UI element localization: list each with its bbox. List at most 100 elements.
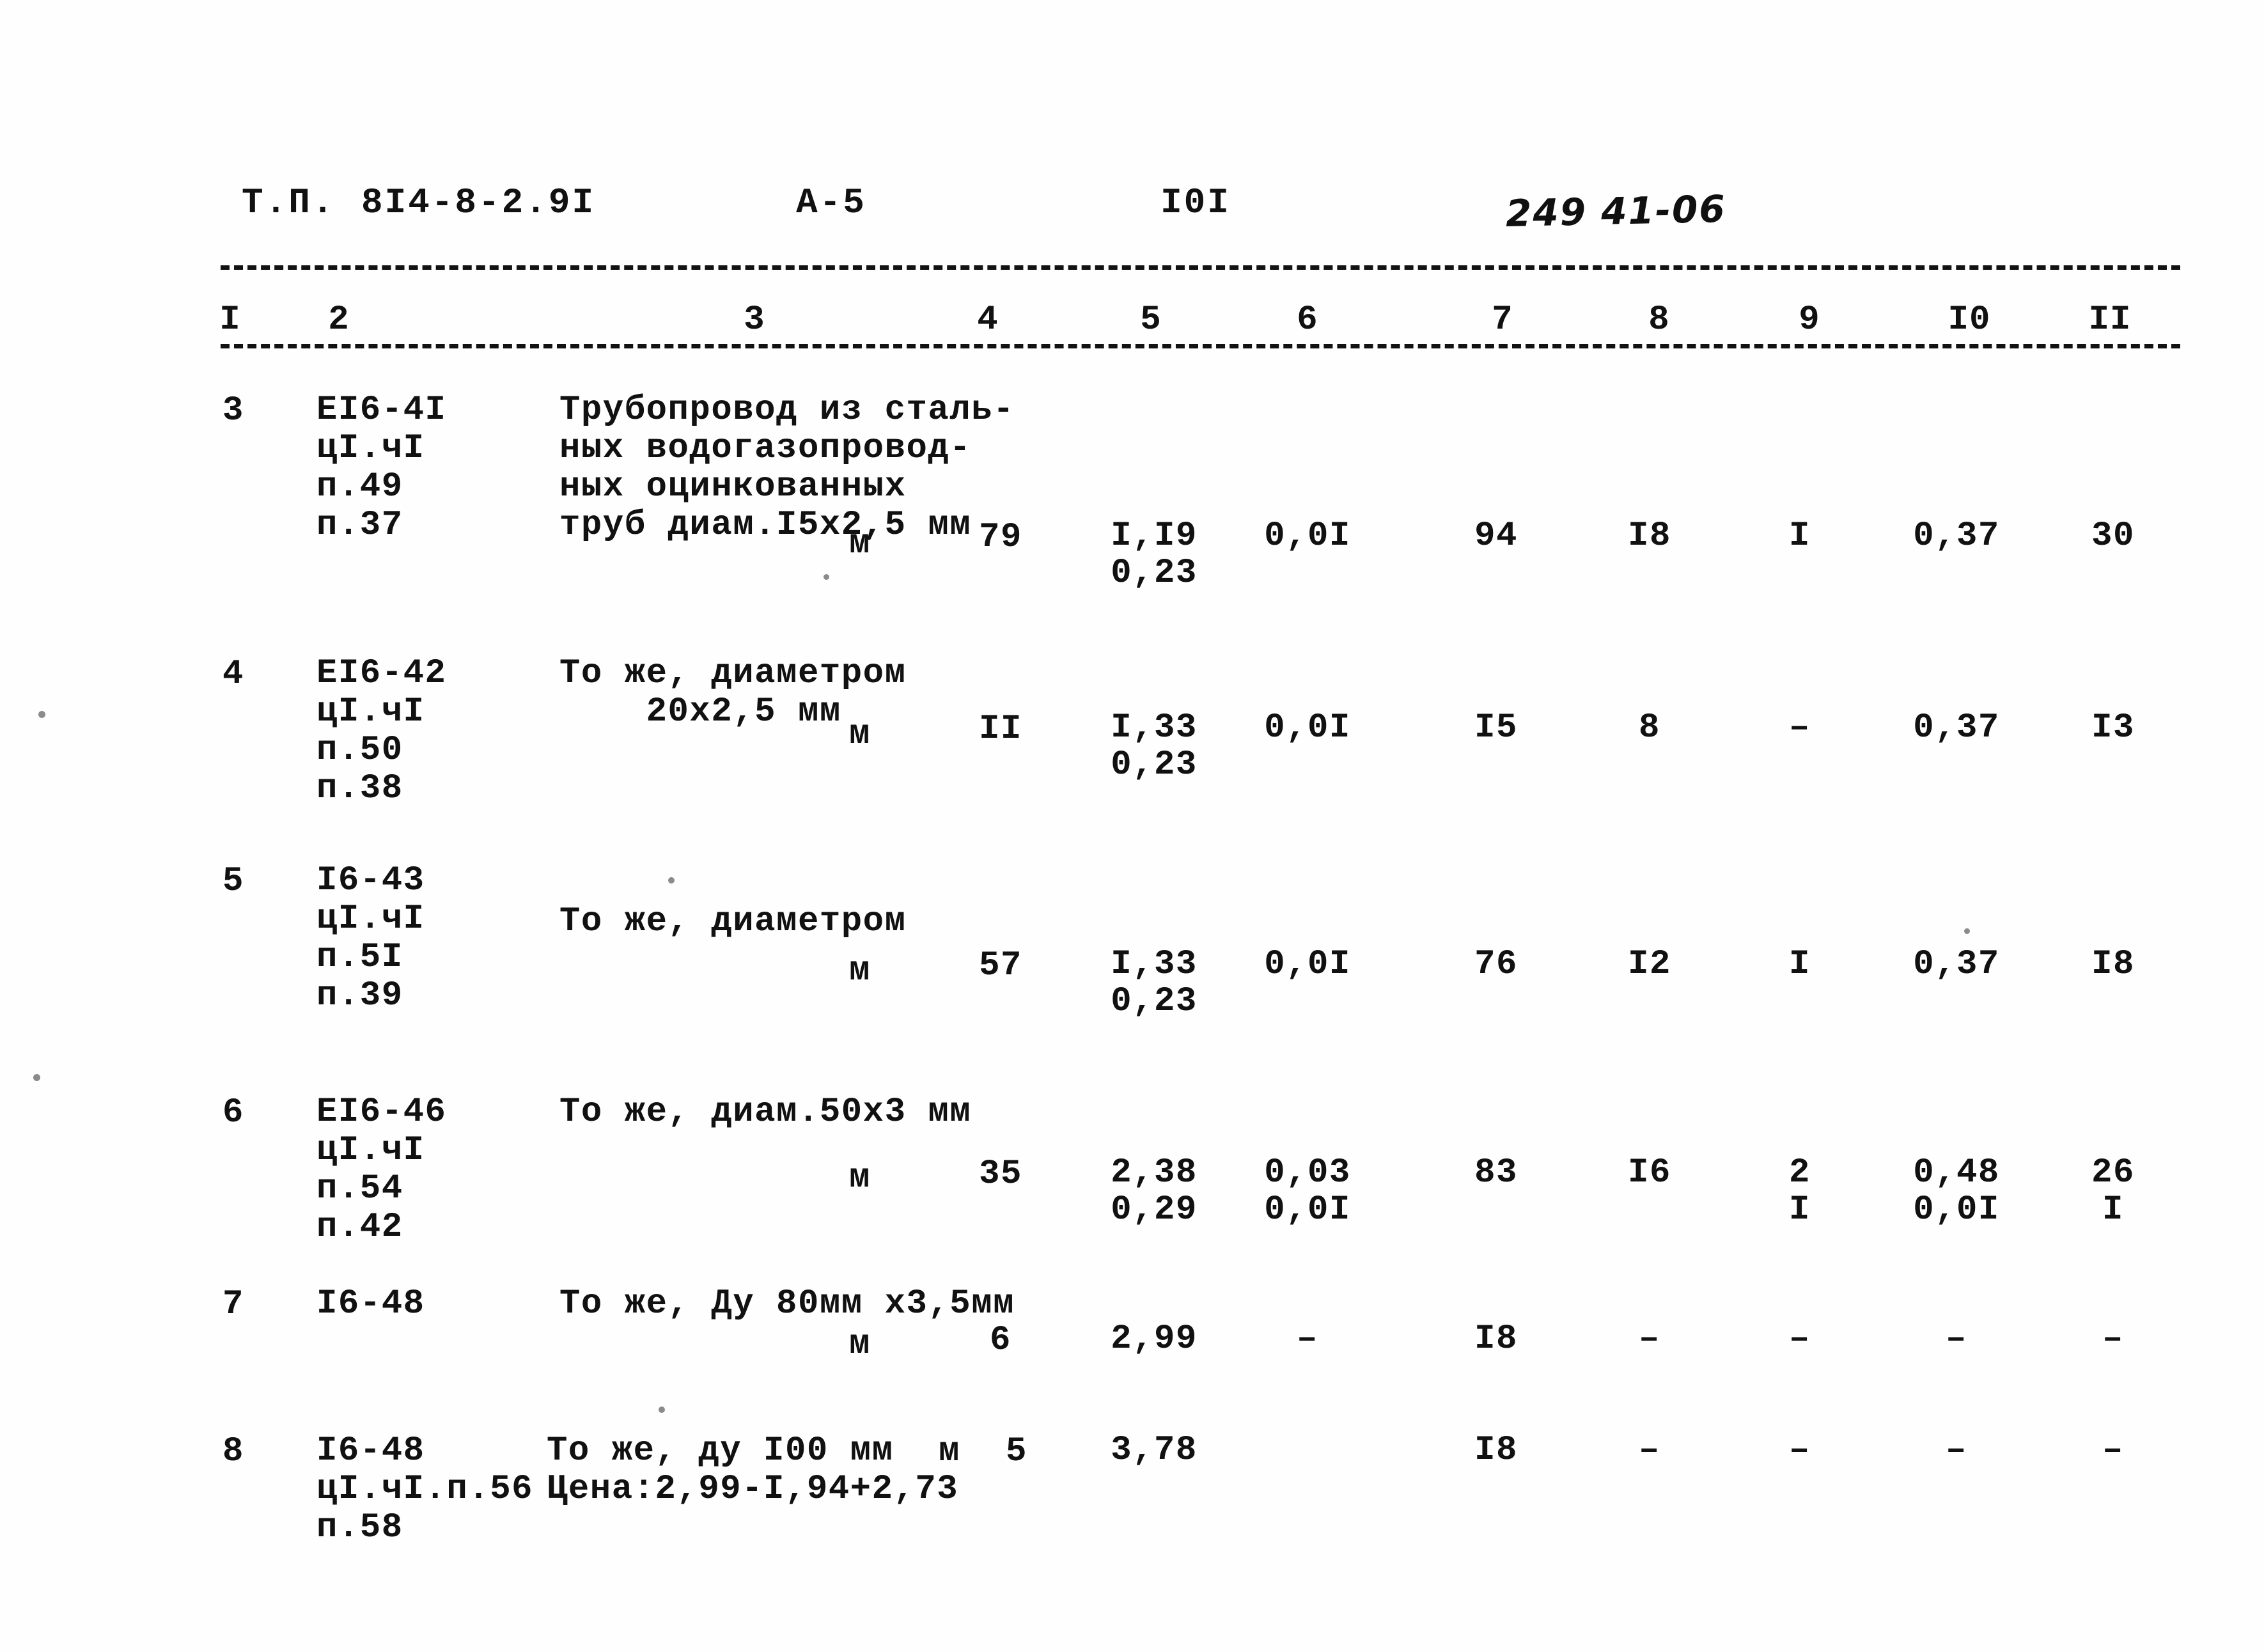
scan-speck — [38, 711, 45, 718]
row-col7: I5 — [1442, 710, 1550, 747]
col10-top: 0,48 — [1913, 1153, 2000, 1192]
col5-top: 2,99 — [1111, 1320, 1198, 1359]
column-header-3: 3 — [744, 300, 765, 339]
scan-speck — [659, 1407, 665, 1413]
row-col6: – — [1247, 1321, 1368, 1358]
col10-top: 0,37 — [1913, 517, 2000, 556]
row-quantity: 79 — [979, 518, 1022, 557]
row-col8: I2 — [1595, 946, 1704, 983]
row-col8: I6 — [1595, 1155, 1704, 1192]
row-description: То же, диам.50х3 мм — [559, 1093, 972, 1132]
row-number: 3 — [222, 391, 244, 430]
col11-bottom: I — [2102, 1190, 2124, 1229]
row-unit: м — [849, 715, 871, 754]
column-header-11: II — [2088, 300, 2132, 339]
handwritten-stamp: 249 41-06 — [1505, 187, 1727, 235]
col5-bottom: 0,23 — [1111, 982, 1198, 1021]
row-quantity: 5 — [1006, 1432, 1027, 1471]
row-col10: 0,37 — [1893, 946, 2020, 983]
col8-top: – — [1639, 1431, 1660, 1470]
col10-top: 0,37 — [1913, 945, 2000, 984]
row-col10: – — [1893, 1321, 2020, 1358]
row-col8: 8 — [1595, 710, 1704, 747]
table-top-rule — [221, 265, 2180, 270]
col7-top: 76 — [1474, 945, 1518, 984]
row-col9: – — [1745, 710, 1854, 747]
row-col11: 30 — [2056, 518, 2171, 555]
col6-bottom: 0,0I — [1264, 1190, 1351, 1229]
series-label: Т.П. — [242, 182, 336, 223]
row-number: 6 — [222, 1093, 244, 1132]
row-col10: 0,48 0,0I — [1893, 1155, 2020, 1229]
table-header-rule — [221, 344, 2180, 348]
col11-top: 30 — [2091, 517, 2135, 556]
row-col6: 0,0I — [1247, 518, 1368, 555]
scanned-page: Т.П. 8I4-8-2.9I А-5 I0I 249 41-06 I 2 3 … — [0, 0, 2264, 1652]
col11-top: – — [2102, 1320, 2124, 1359]
row-unit: м — [939, 1432, 960, 1471]
row-col5: 3,78 — [1093, 1432, 1215, 1469]
col10-top: – — [1946, 1320, 1967, 1359]
col5-top: I,33 — [1111, 945, 1198, 984]
column-header-6: 6 — [1297, 300, 1318, 339]
col5-top: I,33 — [1111, 708, 1198, 747]
row-col9: I — [1745, 518, 1854, 555]
column-header-9: 9 — [1799, 300, 1820, 339]
col7-top: I8 — [1474, 1320, 1518, 1359]
col7-top: 83 — [1474, 1153, 1518, 1192]
col9-top: – — [1789, 1320, 1811, 1359]
col6-top: – — [1297, 1320, 1318, 1359]
col5-bottom: 0,23 — [1111, 745, 1198, 784]
row-code-block: I6-48 цI.чI.п.56 п.58 — [316, 1431, 534, 1547]
row-col9: I — [1745, 946, 1854, 983]
col8-top: I6 — [1628, 1153, 1671, 1192]
column-header-1: I — [219, 300, 241, 339]
col6-top: 0,0I — [1264, 708, 1351, 747]
row-quantity: II — [979, 710, 1022, 749]
col6-top: 0,0I — [1264, 517, 1351, 556]
row-description: То же, ду I00 мм Цена:2,99-I,94+2,73 — [547, 1431, 959, 1509]
row-col6 — [1247, 1432, 1368, 1469]
row-col7: 94 — [1442, 518, 1550, 555]
col8-top: 8 — [1639, 708, 1660, 747]
row-unit: м — [849, 951, 871, 990]
row-unit: м — [849, 524, 871, 563]
row-number: 7 — [222, 1285, 244, 1324]
column-header-7: 7 — [1492, 300, 1513, 339]
row-col7: I8 — [1442, 1432, 1550, 1469]
col7-top: 94 — [1474, 517, 1518, 556]
col9-top: – — [1789, 1431, 1811, 1470]
row-quantity: 57 — [979, 946, 1022, 985]
col8-top: – — [1639, 1320, 1660, 1359]
row-code-block: ЕI6-4I цI.чI п.49 п.37 — [316, 391, 447, 545]
row-description: То же, Ду 80мм х3,5мм — [559, 1284, 1015, 1323]
col11-top: I3 — [2091, 708, 2135, 747]
scan-speck — [824, 574, 829, 580]
row-col10: 0,37 — [1893, 518, 2020, 555]
col11-top: – — [2102, 1431, 2124, 1470]
row-description: Трубопровод из сталь- ных водогазопровод… — [559, 391, 1015, 545]
row-number: 8 — [222, 1432, 244, 1471]
row-number: 4 — [222, 655, 244, 694]
section-label: А-5 — [796, 182, 866, 223]
col9-top: 2 — [1789, 1153, 1811, 1192]
column-header-4: 4 — [977, 300, 999, 339]
column-header-8: 8 — [1648, 300, 1670, 339]
series-code: 8I4-8-2.9I — [361, 182, 596, 223]
row-col5: I,I9 0,23 — [1093, 518, 1215, 592]
row-col11: I3 — [2056, 710, 2171, 747]
row-number: 5 — [222, 862, 244, 901]
row-col11: – — [2056, 1321, 2171, 1358]
row-code-block: I6-43 цI.чI п.5I п.39 — [316, 861, 425, 1015]
row-col7: 76 — [1442, 946, 1550, 983]
column-header-10: I0 — [1948, 300, 1991, 339]
row-col10: – — [1893, 1432, 2020, 1469]
scan-speck — [668, 877, 675, 884]
col9-bottom: I — [1789, 1190, 1811, 1229]
col9-top: I — [1789, 517, 1811, 556]
col10-top: 0,37 — [1913, 708, 2000, 747]
row-col9: – — [1745, 1321, 1854, 1358]
row-unit: м — [849, 1158, 871, 1197]
row-col7: 83 — [1442, 1155, 1550, 1192]
row-col6: 0,0I — [1247, 710, 1368, 747]
